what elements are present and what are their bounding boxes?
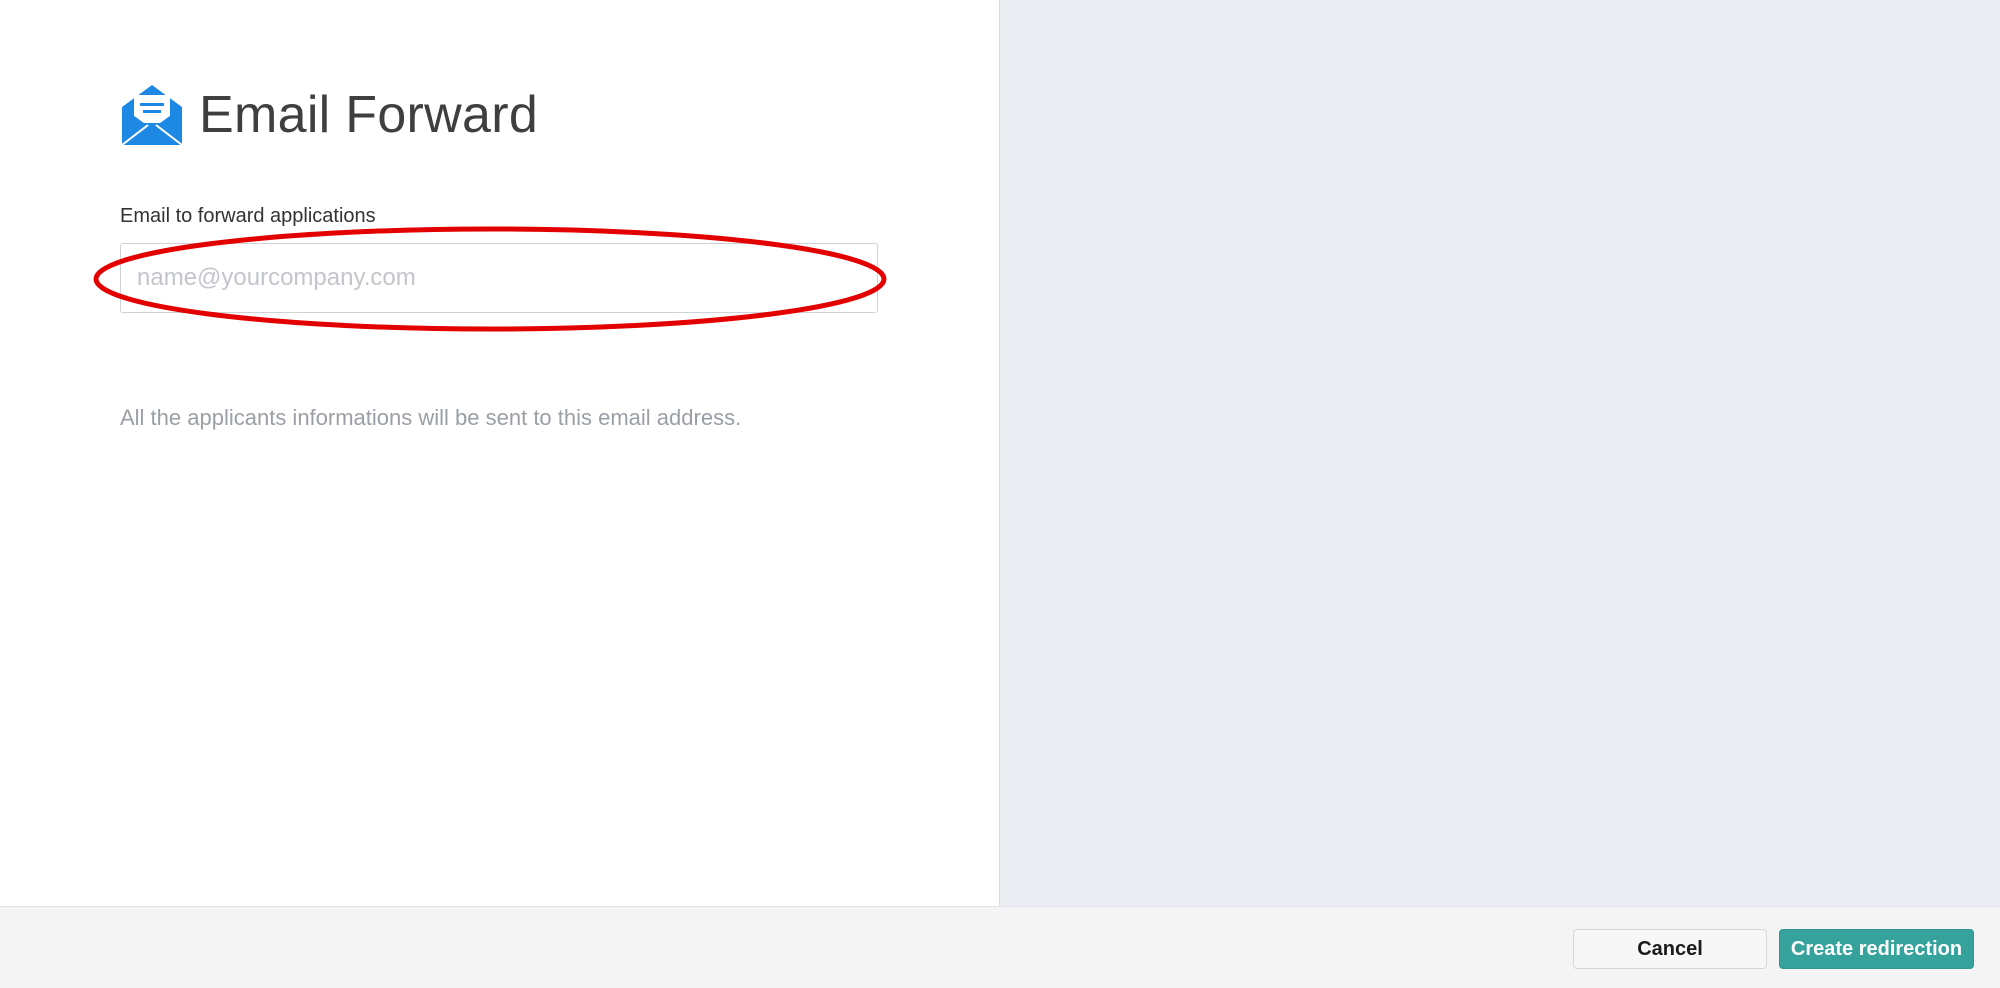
page-title: Email Forward [199,86,539,144]
preview-panel [1000,0,2000,906]
cancel-button[interactable]: Cancel [1573,929,1767,969]
envelope-icon [120,83,184,147]
footer-bar: Cancel Create redirection [0,906,2000,988]
create-redirection-button[interactable]: Create redirection [1779,929,1974,969]
form-panel: Email Forward Email to forward applicati… [0,0,1000,906]
email-field-label: Email to forward applications [120,205,376,227]
email-field[interactable] [120,243,878,313]
page-header: Email Forward [120,83,538,147]
help-text: All the applicants informations will be … [120,405,742,430]
email-forward-page: Email Forward Email to forward applicati… [0,0,2000,988]
